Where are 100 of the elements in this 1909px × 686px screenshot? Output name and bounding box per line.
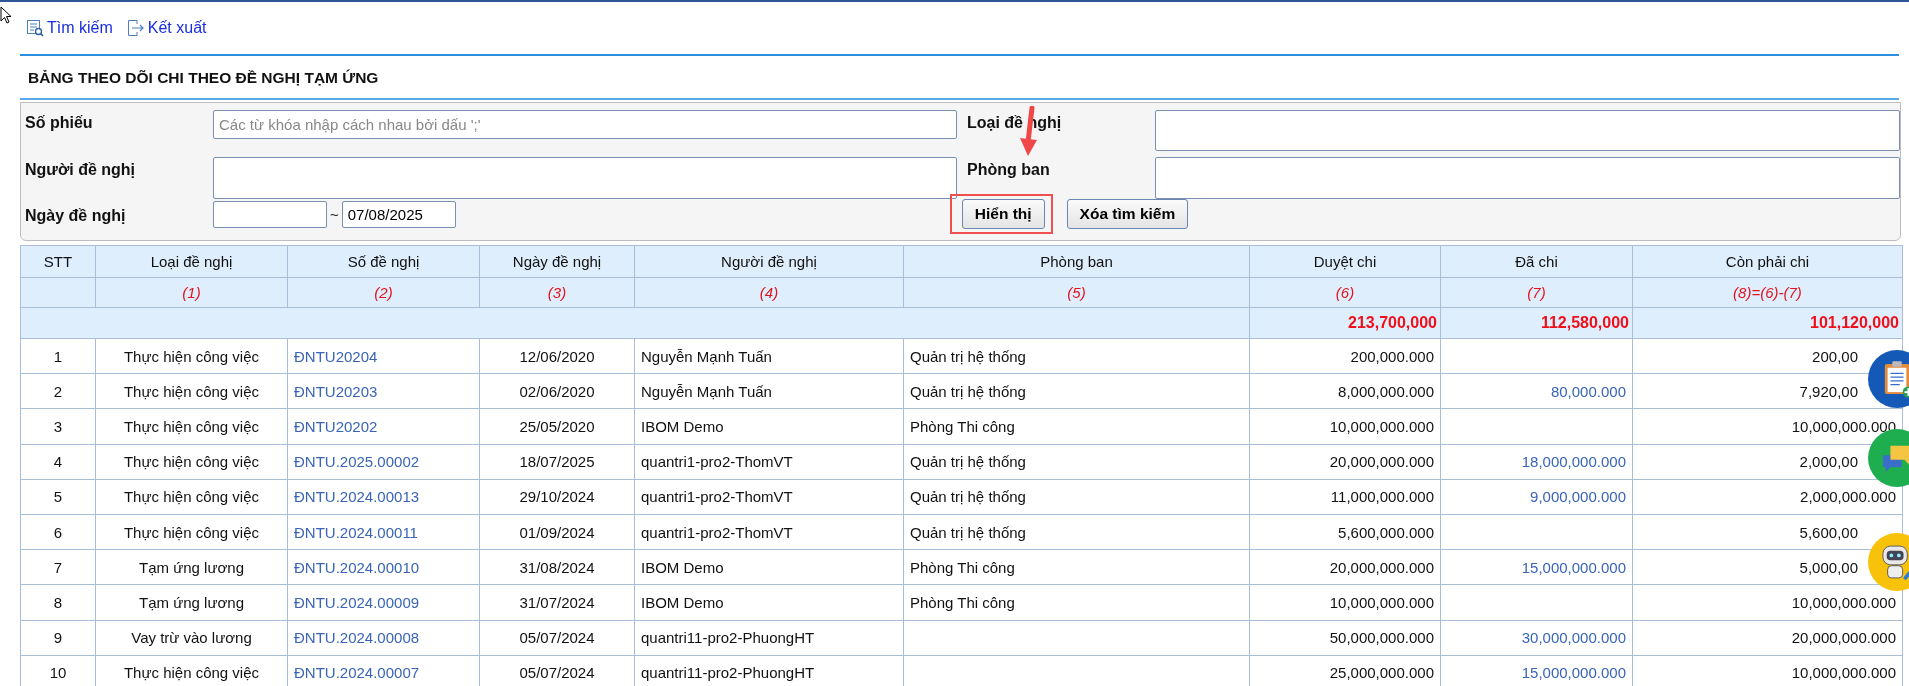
table-cell-text: 7,920,00 xyxy=(1799,382,1859,400)
date-to-field[interactable]: 07/08/2025 xyxy=(341,200,456,228)
table-cell: 25/05/2020 xyxy=(479,408,635,445)
table-cell: IBOM Demo xyxy=(634,549,904,585)
table-cell: 8,000,000.000 xyxy=(1249,373,1441,409)
export-icon xyxy=(126,19,145,37)
table-cell: 10 xyxy=(20,655,96,686)
table-cell: Thực hiện công việc xyxy=(95,373,288,409)
table-cell: quantri1-pro2-ThomVT xyxy=(634,479,904,515)
table-cell: 12/06/2020 xyxy=(479,338,635,374)
receipt-number-field[interactable]: Các từ khóa nhập cách nhau bởi dấu ';' xyxy=(213,110,957,139)
table-cell: Vay trừ vào lương xyxy=(95,620,288,656)
paid-amount-link[interactable]: 80,000.000 xyxy=(1550,382,1626,400)
show-button[interactable]: Hiển thị xyxy=(961,199,1045,229)
clipboard-add-button[interactable] xyxy=(1868,350,1909,408)
column-index: (1) xyxy=(95,277,288,308)
table-cell: 2 xyxy=(20,373,96,409)
table-cell-text: 2,000,00 xyxy=(1799,453,1859,471)
column-index: (4) xyxy=(634,277,904,308)
total-approved: 213,700,000 xyxy=(1249,307,1441,339)
column-index: (3) xyxy=(479,277,635,308)
table-cell: Phòng Thi công xyxy=(903,584,1250,620)
column-index: (2) xyxy=(287,277,480,308)
requester-field[interactable] xyxy=(213,157,957,199)
table-cell: 5,600,000.000 xyxy=(1249,514,1441,550)
table-cell: 5 xyxy=(20,479,96,515)
table-cell: 31/08/2024 xyxy=(479,549,635,585)
report-title: BẢNG THEO DÕI CHI THEO ĐỀ NGHỊ TẠM ỨNG xyxy=(28,69,379,86)
search-icon xyxy=(26,19,44,37)
table-cell: 7 xyxy=(20,549,96,585)
column-index: (5) xyxy=(903,277,1250,308)
column-header: Phòng ban xyxy=(903,245,1250,278)
table-cell: 9 xyxy=(20,620,96,656)
column-index: (6) xyxy=(1249,277,1441,308)
table-cell: 20,000,000.000 xyxy=(1791,629,1896,647)
table-cell: Phòng Thi công xyxy=(903,408,1250,445)
field-label: Số phiếu xyxy=(24,113,94,132)
search-link[interactable]: Tìm kiếm xyxy=(26,16,113,40)
table-cell: 8 xyxy=(20,584,96,620)
table-cell: Quản trị hệ thống xyxy=(903,338,1250,374)
table-cell: 3 xyxy=(20,408,96,445)
field-label: Người đề nghị xyxy=(24,160,137,179)
table-cell: 02/06/2020 xyxy=(479,373,635,409)
export-link[interactable]: Kết xuất xyxy=(126,16,207,40)
date-from-field[interactable] xyxy=(213,200,327,228)
table-cell: Quản trị hệ thống xyxy=(903,373,1250,409)
total-paid: 112,580,000 xyxy=(1440,307,1633,339)
column-header: Loại đề nghị xyxy=(95,245,288,278)
table-cell-text: 5,000,00 xyxy=(1799,558,1859,576)
table-cell: 2,000,000.000 xyxy=(1800,488,1896,506)
table-cell: 18/07/2025 xyxy=(479,444,635,480)
table-cell: 10,000,000.000 xyxy=(1249,584,1441,620)
table-cell: 20,000,000.000 xyxy=(1249,444,1441,480)
table-cell: quantri1-pro2-ThomVT xyxy=(634,514,904,550)
clear-search-button[interactable]: Xóa tìm kiếm xyxy=(1066,199,1189,229)
table-cell: 6 xyxy=(20,514,96,550)
table-cell: Nguyễn Mạnh Tuấn xyxy=(634,373,904,409)
table-cell: Thực hiện công việc xyxy=(95,408,288,445)
column-index: (8)=(6)-(7) xyxy=(1632,277,1903,308)
table-cell: Phòng Thi công xyxy=(903,549,1250,585)
table-cell: IBOM Demo xyxy=(634,584,904,620)
table-cell: Nguyễn Mạnh Tuấn xyxy=(634,338,904,374)
range-separator: ~ xyxy=(329,205,340,223)
column-header: Đã chi xyxy=(1440,245,1633,278)
field-label: Ngày đề nghị xyxy=(24,206,127,225)
robot-assistant-button[interactable] xyxy=(1868,533,1909,591)
table-cell: 4 xyxy=(20,444,96,480)
column-header: Ngày đề nghị xyxy=(479,245,635,278)
table-cell: quantri11-pro2-PhuongHT xyxy=(634,620,904,656)
table-cell: Quản trị hệ thống xyxy=(903,444,1250,480)
column-header: Người đề nghị xyxy=(634,245,904,278)
table-cell: 20,000,000.000 xyxy=(1249,549,1441,585)
table-cell: 50,000,000.000 xyxy=(1249,620,1441,656)
table-cell: 11,000,000.000 xyxy=(1249,479,1441,515)
table-cell-text: 200,00 xyxy=(1812,347,1859,365)
table-cell: 200,000.000 xyxy=(1249,338,1441,374)
table-cell: Quản trị hệ thống xyxy=(903,514,1250,550)
request-type-field[interactable] xyxy=(1155,110,1900,151)
table-cell: IBOM Demo xyxy=(634,408,904,445)
table-cell: Tạm ứng lương xyxy=(95,549,288,585)
table-cell: 10,000,000.000 xyxy=(1791,417,1896,435)
table-cell: 1 xyxy=(20,338,96,374)
column-header: Còn phải chi xyxy=(1632,245,1903,278)
column-index: (7) xyxy=(1440,277,1633,308)
column-header: STT xyxy=(20,245,96,278)
table-cell: 31/07/2024 xyxy=(479,584,635,620)
table-cell: Quản trị hệ thống xyxy=(903,479,1250,515)
table-cell-text: 5,600,00 xyxy=(1799,523,1859,541)
table-cell: Tạm ứng lương xyxy=(95,584,288,620)
table-cell: 10,000,000.000 xyxy=(1791,664,1896,682)
table-cell: 05/07/2024 xyxy=(479,620,635,656)
table-cell: quantri1-pro2-ThomVT xyxy=(634,444,904,480)
table-cell: Thực hiện công việc xyxy=(95,444,288,480)
table-cell: Thực hiện công việc xyxy=(95,514,288,550)
table-cell: 10,000,000.000 xyxy=(1791,593,1896,611)
total-remaining: 101,120,000 xyxy=(1632,307,1903,339)
department-field[interactable] xyxy=(1155,157,1900,199)
field-label: Phòng ban xyxy=(966,160,1051,179)
table-cell: 29/10/2024 xyxy=(479,479,635,515)
column-header: Duyệt chi xyxy=(1249,245,1441,278)
